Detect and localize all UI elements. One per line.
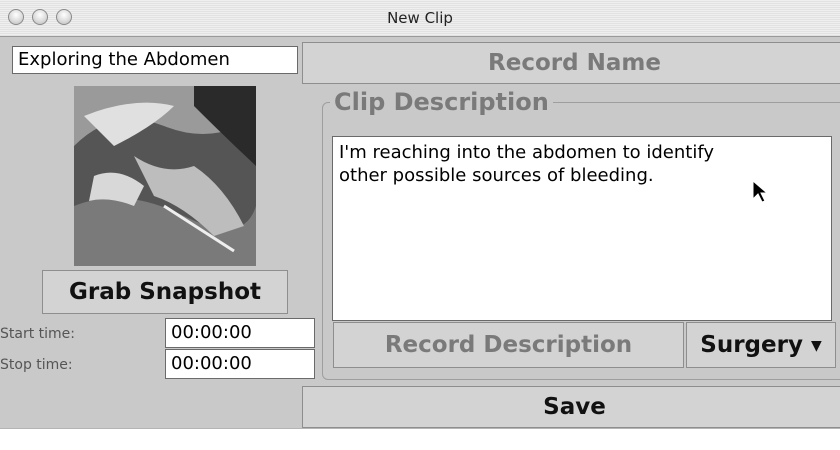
chevron-down-icon: ▼	[810, 337, 822, 354]
surgery-photo-icon	[74, 86, 256, 266]
mouse-pointer-icon	[752, 180, 768, 203]
grab-snapshot-button[interactable]: Grab Snapshot	[42, 270, 288, 314]
clip-description-title: Clip Description	[330, 88, 553, 116]
save-button[interactable]: Save	[302, 386, 840, 428]
category-selected-label: Surgery	[700, 332, 803, 358]
status-strip	[0, 428, 840, 450]
record-name-button[interactable]: Record Name	[302, 42, 840, 84]
snapshot-image	[74, 86, 256, 266]
clip-description-textarea[interactable]: I'm reaching into the abdomen to identif…	[332, 136, 832, 321]
start-time-label: Start time:	[0, 326, 75, 342]
new-clip-window: New Clip Exploring the Abdomen Grab Snap…	[0, 0, 840, 450]
start-time-field[interactable]: 00:00:00	[165, 318, 315, 348]
title-bar: New Clip	[0, 0, 840, 37]
window-title: New Clip	[387, 9, 453, 27]
stop-time-field[interactable]: 00:00:00	[165, 349, 315, 379]
record-description-button[interactable]: Record Description	[333, 322, 684, 368]
category-dropdown[interactable]: Surgery ▼	[686, 322, 836, 368]
stop-time-label: Stop time:	[0, 357, 73, 373]
clip-title-field[interactable]: Exploring the Abdomen	[12, 46, 298, 74]
